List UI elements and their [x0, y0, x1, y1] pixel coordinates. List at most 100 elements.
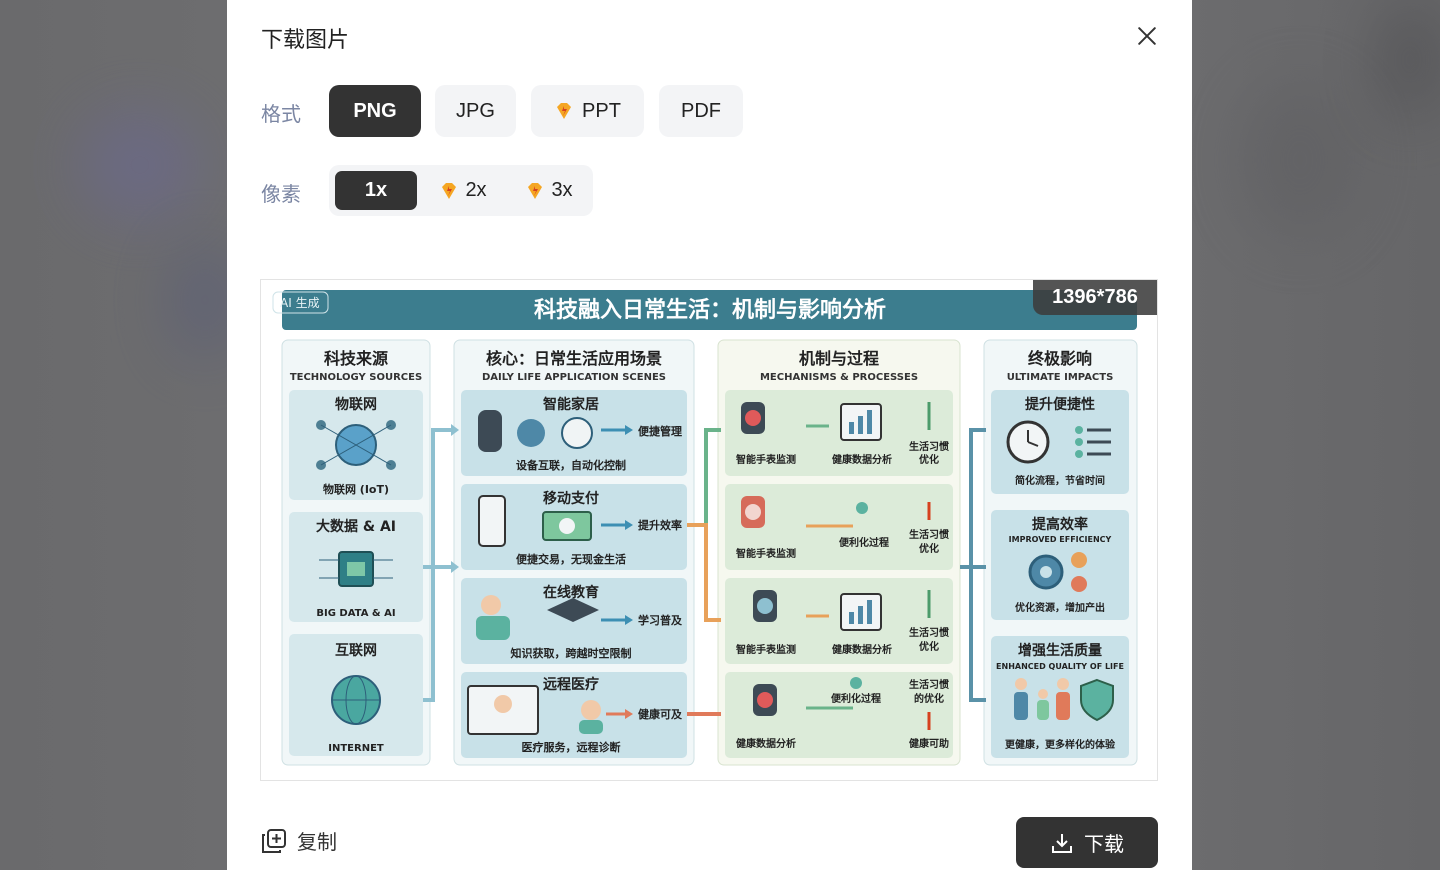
- svg-text:生活习惯: 生活习惯: [909, 626, 949, 639]
- svg-text:优化资源，增加产出: 优化资源，增加产出: [1015, 601, 1105, 614]
- dialog-title: 下载图片: [261, 28, 350, 53]
- svg-text:ENHANCED QUALITY OF LIFE: ENHANCED QUALITY OF LIFE: [996, 662, 1124, 671]
- format-option-pdf[interactable]: PDF: [659, 85, 743, 137]
- image-dimensions-badge: 1396*786: [1033, 280, 1157, 315]
- format-label: 格式: [261, 102, 301, 126]
- premium-gem-icon: [557, 103, 572, 119]
- svg-text:大数据 & AI: 大数据 & AI: [316, 518, 396, 535]
- svg-text:优化: 优化: [919, 640, 939, 653]
- source-card-internet: 互联网 INTERNET: [289, 634, 423, 756]
- column-subtitle: MECHANISMS & PROCESSES: [760, 372, 918, 383]
- scene-card-mobile-payment: 移动支付 提升效率 便捷交易，无现金生活: [461, 484, 687, 570]
- mechanism-row: 智能手表监测 健康数据分析 生活习惯 优化: [725, 578, 953, 664]
- copy-label: 复制: [297, 830, 337, 854]
- download-button[interactable]: 下载: [1016, 817, 1158, 868]
- scene-card-online-education: 在线教育 学习普及 知识获取，跨越时空限制: [461, 578, 687, 664]
- scale-option-label: 1x: [364, 179, 388, 201]
- column-subtitle: ULTIMATE IMPACTS: [1007, 372, 1114, 383]
- mechanism-row: 智能手表监测 便利化过程 生活习惯 优化: [725, 484, 953, 570]
- copy-button[interactable]: 复制: [261, 826, 337, 855]
- pixel-label: 像素: [261, 182, 301, 206]
- svg-text:设备互联，自动化控制: 设备互联，自动化控制: [516, 458, 626, 472]
- copy-icon: [262, 828, 286, 853]
- format-option-label: PNG: [353, 99, 397, 122]
- format-option-label: PPT: [582, 99, 621, 122]
- svg-text:提高效率: 提高效率: [1032, 516, 1088, 533]
- image-preview: AI 生成 科技融入日常生活：机制与影响分析 科技来源 TECHNOLOGY S…: [260, 279, 1158, 781]
- scale-option-1x[interactable]: 1x: [335, 171, 417, 210]
- impact-card-quality-of-life: 增强生活质量 ENHANCED QUALITY OF LIFE 更健康，更多样化…: [991, 636, 1129, 758]
- svg-text:智能手表监测: 智能手表监测: [736, 643, 796, 656]
- column-title: 终极影响: [1028, 349, 1092, 368]
- format-option-label: PDF: [681, 99, 721, 122]
- svg-text:便捷管理: 便捷管理: [638, 424, 682, 438]
- svg-text:INTERNET: INTERNET: [328, 743, 384, 754]
- svg-text:学习普及: 学习普及: [638, 613, 683, 627]
- svg-text:提升便捷性: 提升便捷性: [1025, 396, 1095, 413]
- svg-text:生活习惯: 生活习惯: [909, 528, 949, 541]
- close-icon[interactable]: [1131, 20, 1163, 52]
- column-subtitle: TECHNOLOGY SOURCES: [290, 372, 422, 383]
- svg-text:知识获取，跨越时空限制: 知识获取，跨越时空限制: [510, 646, 632, 660]
- column-title: 机制与过程: [799, 349, 879, 368]
- format-option-label: JPG: [456, 99, 495, 122]
- scale-option-3x[interactable]: 3x: [515, 171, 583, 210]
- column-title: 核心：日常生活应用场景: [486, 349, 662, 368]
- download-label: 下载: [1084, 832, 1124, 856]
- svg-text:智能手表监测: 智能手表监测: [736, 547, 796, 560]
- column-subtitle: DAILY LIFE APPLICATION SCENES: [482, 372, 666, 383]
- svg-text:健康数据分析: 健康数据分析: [736, 737, 796, 750]
- svg-text:便捷交易，无现金生活: 便捷交易，无现金生活: [516, 552, 626, 566]
- premium-gem-icon: [528, 182, 543, 199]
- svg-text:智能家居: 智能家居: [542, 396, 599, 413]
- svg-text:的优化: 的优化: [914, 692, 944, 705]
- impact-card-efficiency: 提高效率 IMPROVED EFFICIENCY 优化资源，增加产出: [991, 510, 1129, 620]
- backdrop-blur-shape: [1380, 0, 1440, 120]
- svg-text:优化: 优化: [919, 453, 939, 466]
- svg-text:智能手表监测: 智能手表监测: [736, 453, 796, 466]
- svg-text:移动支付: 移动支付: [543, 490, 599, 507]
- scale-option-label: 3x: [551, 179, 573, 201]
- svg-text:提升效率: 提升效率: [638, 518, 682, 532]
- format-option-png[interactable]: PNG: [329, 85, 421, 137]
- svg-text:IMPROVED EFFICIENCY: IMPROVED EFFICIENCY: [1009, 535, 1112, 544]
- source-card-iot: 物联网 物联网 (IoT): [289, 390, 423, 500]
- ai-generated-text: AI 生成: [280, 296, 320, 310]
- column-title: 科技来源: [324, 349, 388, 368]
- svg-text:健康可及: 健康可及: [638, 707, 683, 721]
- source-card-bigdata-ai: 大数据 & AI BIG DATA & AI: [289, 512, 423, 622]
- impact-card-convenience: 提升便捷性 简化流程，节省时间: [991, 390, 1129, 494]
- svg-text:健康数据分析: 健康数据分析: [832, 643, 892, 656]
- scale-option-label: 2x: [465, 179, 487, 201]
- svg-text:物联网 (IoT): 物联网 (IoT): [323, 482, 389, 496]
- format-option-ppt[interactable]: PPT: [531, 85, 644, 137]
- download-icon: [1052, 833, 1072, 853]
- svg-text:互联网: 互联网: [335, 643, 377, 659]
- svg-text:增强生活质量: 增强生活质量: [1018, 642, 1102, 659]
- scale-selector: 1x 2x 3x: [329, 165, 593, 216]
- premium-gem-icon: [442, 182, 457, 199]
- infographic-title: 科技融入日常生活：机制与影响分析: [534, 297, 886, 323]
- svg-text:远程医疗: 远程医疗: [543, 676, 599, 693]
- svg-text:BIG DATA & AI: BIG DATA & AI: [316, 608, 395, 619]
- scene-card-telemedicine: 远程医疗 健康可及 医疗服务，远程诊断: [461, 672, 687, 758]
- infographic-preview: AI 生成 科技融入日常生活：机制与影响分析 科技来源 TECHNOLOGY S…: [261, 280, 1157, 780]
- mechanism-row: 健康数据分析 便利化过程 生活习惯 的优化 健康可助: [725, 672, 953, 758]
- scene-card-smart-home: 智能家居 便捷管理 设备互联，自动化控制: [461, 390, 687, 476]
- svg-text:在线教育: 在线教育: [543, 584, 599, 601]
- svg-text:健康可助: 健康可助: [909, 737, 949, 750]
- mechanism-row: 智能手表监测 健康数据分析 生活习惯 优化: [725, 390, 953, 476]
- svg-text:简化流程，节省时间: 简化流程，节省时间: [1015, 474, 1105, 487]
- format-option-jpg[interactable]: JPG: [435, 85, 516, 137]
- svg-text:生活习惯: 生活习惯: [909, 440, 949, 453]
- svg-text:物联网: 物联网: [335, 396, 377, 413]
- svg-text:更健康，更多样化的体验: 更健康，更多样化的体验: [1005, 738, 1116, 751]
- svg-text:健康数据分析: 健康数据分析: [832, 453, 892, 466]
- scale-option-2x[interactable]: 2x: [429, 171, 497, 210]
- backdrop-blur-shape: [1240, 80, 1360, 240]
- svg-text:便利化过程: 便利化过程: [839, 536, 889, 549]
- svg-text:便利化过程: 便利化过程: [831, 692, 881, 705]
- svg-text:优化: 优化: [919, 542, 939, 555]
- svg-text:医疗服务，远程诊断: 医疗服务，远程诊断: [522, 740, 621, 754]
- svg-text:生活习惯: 生活习惯: [909, 678, 949, 691]
